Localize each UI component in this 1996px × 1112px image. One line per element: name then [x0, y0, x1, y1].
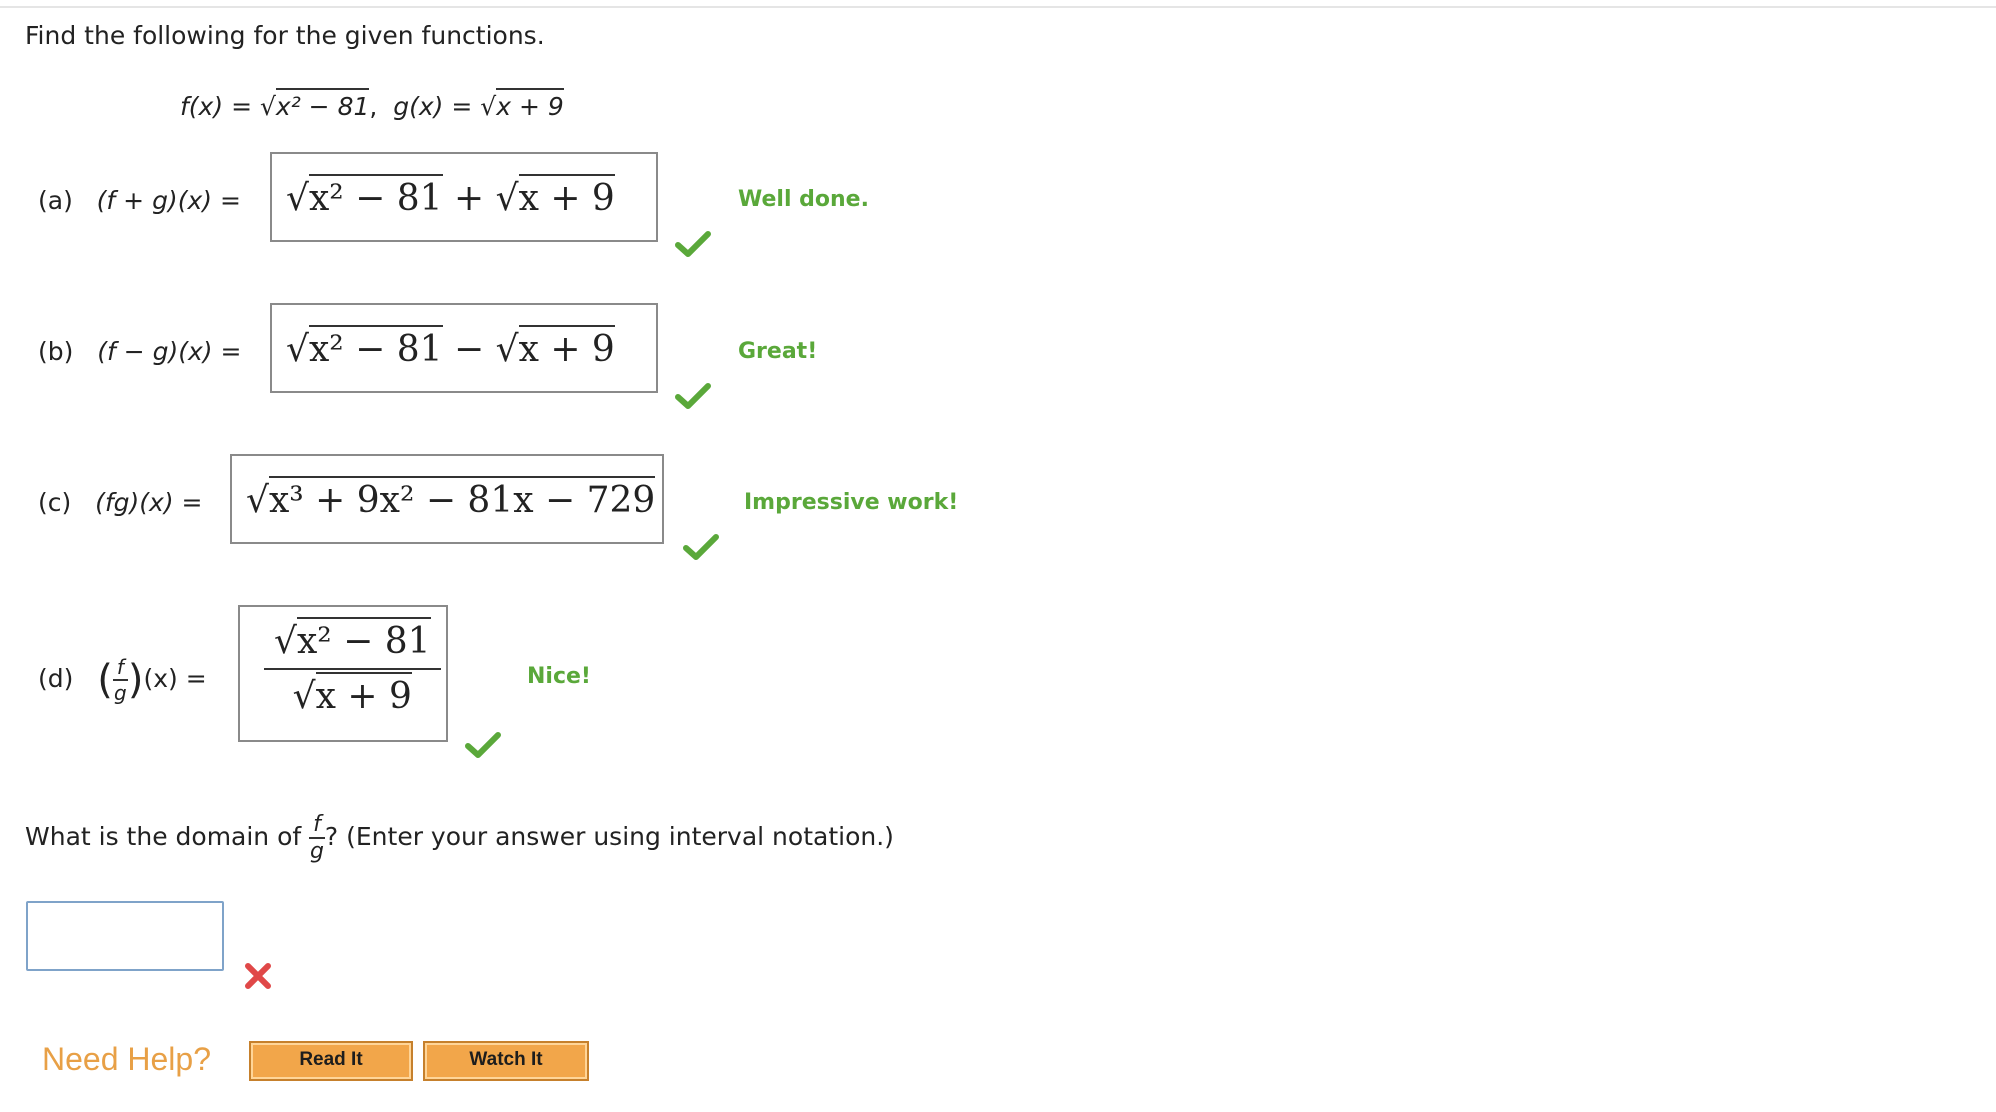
radical-icon: √	[274, 621, 297, 662]
answer-right: x + 9	[518, 174, 615, 219]
operator: +	[454, 178, 485, 219]
radical-icon: √	[246, 480, 269, 521]
checkmark-icon	[675, 383, 711, 409]
answer-expression: x³ + 9x² − 81x − 729	[268, 476, 656, 521]
radical-icon: √	[286, 329, 309, 370]
radical-icon: √	[495, 178, 519, 219]
answer-left: x² − 81	[308, 325, 443, 370]
radical-icon: √	[480, 92, 497, 121]
g-label: g(x)	[393, 92, 444, 121]
part-letter: (d)	[38, 664, 74, 693]
watch-it-button[interactable]: Watch It	[423, 1041, 589, 1081]
answer-numerator: x² − 81	[296, 617, 431, 662]
operator: −	[454, 329, 485, 370]
feedback-d: Nice!	[527, 664, 591, 689]
answer-right: x + 9	[518, 325, 615, 370]
answer-fraction: √x² − 81 √x + 9	[264, 617, 441, 717]
given-functions: f(x) = √x² − 81, g(x) = √x + 9	[180, 88, 564, 121]
answer-box-c[interactable]: √x³ + 9x² − 81x − 729	[230, 454, 664, 544]
feedback-c: Impressive work!	[744, 490, 959, 515]
read-it-button[interactable]: Read It	[249, 1041, 413, 1081]
f-over-g: fg	[112, 655, 128, 705]
checkmark-icon	[675, 231, 711, 257]
answer-left: x² − 81	[308, 174, 443, 219]
need-help-label: Need Help?	[42, 1041, 211, 1077]
checkmark-icon	[683, 534, 719, 560]
question-text-tail: ? (Enter your answer using interval nota…	[324, 822, 894, 851]
domain-answer-input[interactable]	[26, 901, 224, 971]
part-c-label: (c) (fg)(x) =	[38, 488, 203, 517]
answer-box-d[interactable]: √x² − 81 √x + 9	[238, 605, 448, 742]
f-label: f(x)	[180, 92, 224, 121]
top-divider	[0, 6, 1996, 8]
equals-sign: =	[451, 92, 473, 121]
domain-question: What is the domain of f g? (Enter your an…	[25, 812, 894, 864]
g-expression: x + 9	[496, 88, 564, 121]
f-over-g: fg	[309, 812, 325, 864]
part-expression: (fg)(x)	[95, 488, 174, 517]
answer-box-b[interactable]: √x² − 81 − √x + 9	[270, 303, 658, 393]
answer-denominator: x + 9	[315, 672, 412, 717]
question-text: What is the domain of	[25, 822, 302, 851]
part-b-label: (b) (f − g)(x) =	[38, 337, 242, 366]
part-expression: (f + g)(x)	[96, 186, 212, 215]
f-expression: x² − 81	[275, 88, 370, 121]
part-letter: (c)	[38, 488, 72, 517]
g-sqrt: √x + 9	[480, 88, 564, 121]
radical-icon: √	[259, 92, 276, 121]
part-expression: (x)	[143, 664, 178, 693]
x-mark-icon	[245, 963, 271, 989]
separator: ,	[369, 92, 378, 121]
feedback-b: Great!	[738, 339, 818, 364]
feedback-a: Well done.	[738, 187, 869, 212]
part-letter: (b)	[38, 337, 74, 366]
checkmark-icon	[465, 732, 501, 758]
part-expression: (f − g)(x)	[97, 337, 213, 366]
part-a-label: (a) (f + g)(x) =	[38, 186, 241, 215]
f-sqrt: √x² − 81	[259, 88, 370, 121]
radical-icon: √	[495, 329, 519, 370]
equals-sign: =	[231, 92, 253, 121]
part-letter: (a)	[38, 186, 73, 215]
question-prompt: Find the following for the given functio…	[25, 21, 545, 50]
part-d-label: (d) (f g)(x) =	[38, 655, 207, 705]
answer-box-a[interactable]: √x² − 81 + √x + 9	[270, 152, 658, 242]
radical-icon: √	[286, 178, 309, 219]
radical-icon: √	[292, 676, 316, 717]
